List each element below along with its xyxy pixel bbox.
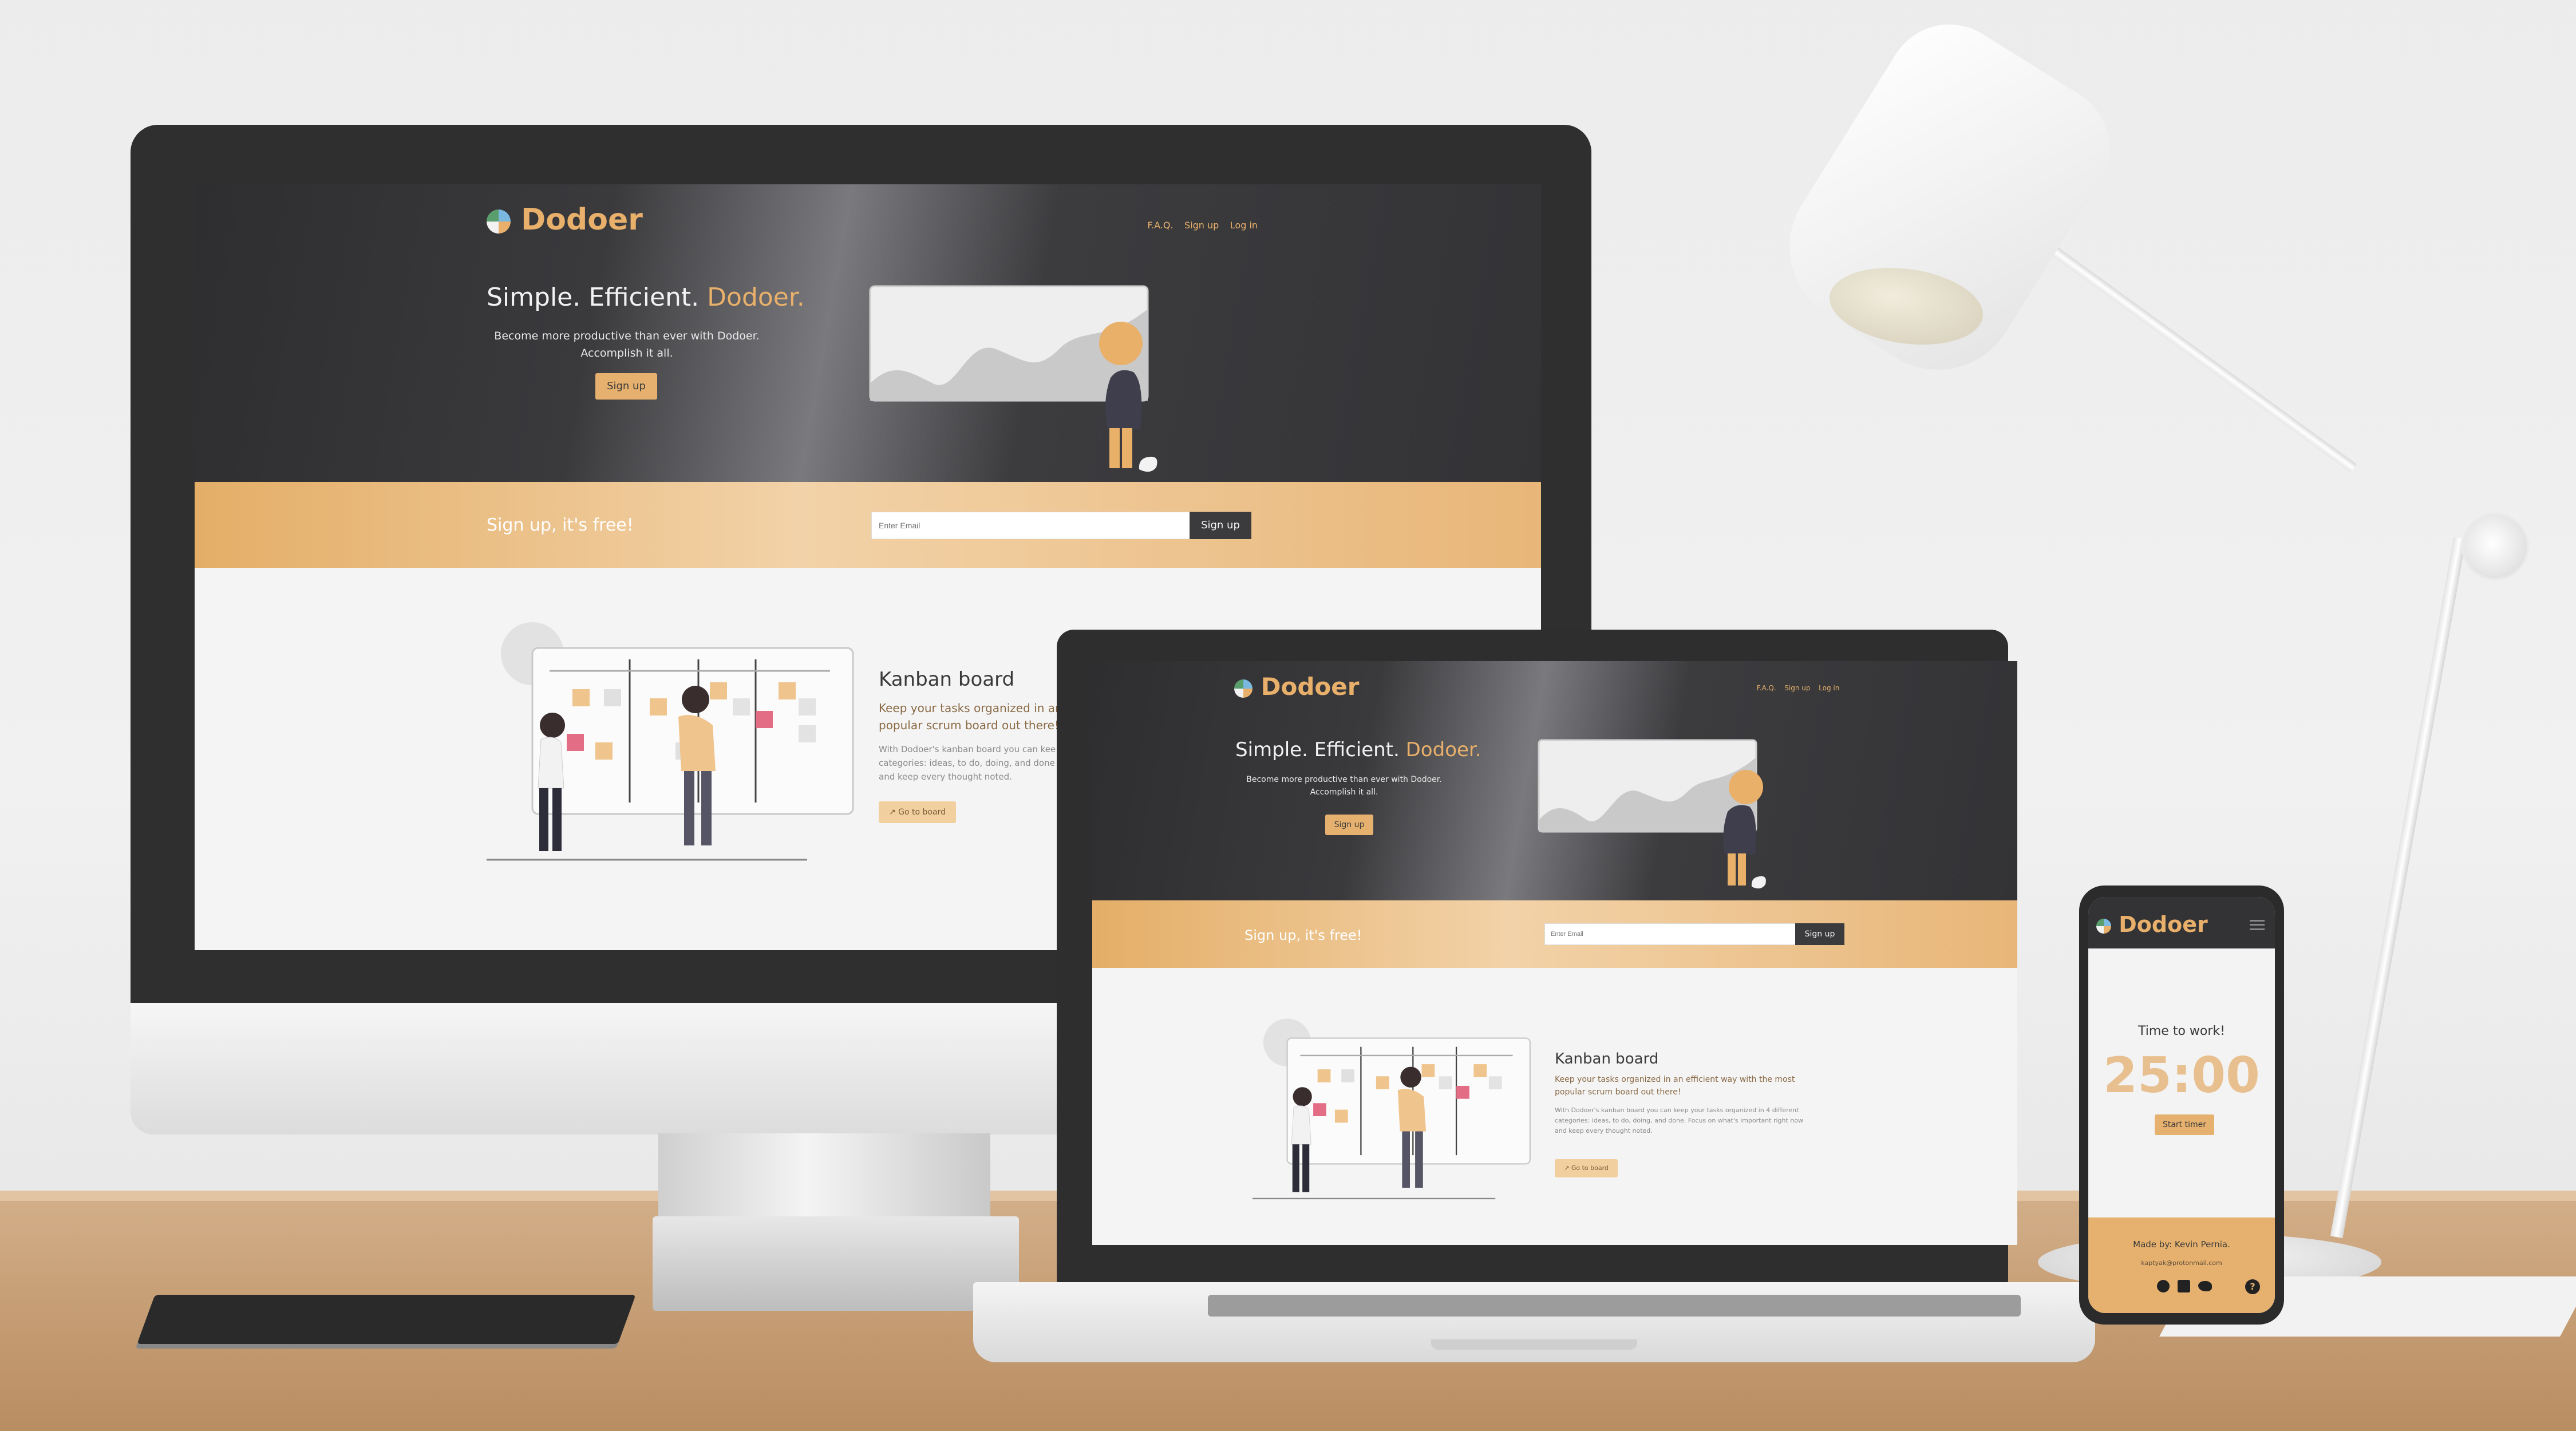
monitor-stand-neck [658,1133,990,1219]
laptop-nav-signup[interactable]: Sign up [1784,684,1810,692]
footer-made-by: Made by: Kevin Pernia. [2133,1239,2230,1250]
phone-screen: Dodoer Time to work! 25:00 Start timer M… [2088,897,2275,1313]
help-icon[interactable]: ? [2245,1279,2260,1294]
dodo-logo-icon [487,209,511,234]
laptop-nav-faq[interactable]: F.A.Q. [1757,684,1776,692]
laptop-top-nav: F.A.Q. Sign up Log in [1751,684,1840,692]
laptop-hero-signup-button[interactable]: Sign up [1325,815,1373,835]
laptop-kanban-lead: Keep your tasks organized in an efficien… [1555,1075,1795,1097]
laptop-screen: Dodoer F.A.Q. Sign up Log in Simple. Eff… [1092,661,2017,1245]
notebook [137,1295,636,1344]
laptop-hero-subtitle: Become more productive than ever with Do… [1246,775,1442,797]
hero-signup-button[interactable]: Sign up [595,373,657,400]
hamburger-middle-bar [2250,924,2265,926]
laptop-trackpad-notch [1431,1339,1637,1350]
go-to-board-button[interactable]: ↗ Go to board [879,801,956,823]
laptop-site-logo[interactable]: Dodoer [1234,673,1359,701]
twitter-icon[interactable] [2198,1281,2212,1291]
nav-login[interactable]: Log in [1230,220,1258,231]
laptop-kanban-body: With Dodoer's kanban board you can keep … [1555,1106,1803,1134]
nav-signup[interactable]: Sign up [1184,220,1219,231]
lamp-arm [2017,222,2357,473]
timer-value: 25:00 [2103,1047,2260,1104]
laptop-kanban-illustration [1253,1018,1531,1200]
footer-email[interactable]: kaptyak@protonmail.com [2088,1259,2275,1267]
phone-site-logo[interactable]: Dodoer [2096,912,2208,937]
kanban-title: Kanban board [879,668,1015,691]
laptop-nav-login[interactable]: Log in [1819,684,1839,692]
lamp-stem [2330,537,2466,1239]
email-input[interactable] [871,512,1192,539]
timer-heading: Time to work! [2138,1024,2225,1038]
social-links [2157,1279,2226,1295]
nav-faq[interactable]: F.A.Q. [1147,220,1173,231]
laptop-hero-chart-illustration [1538,739,1766,889]
band-signup-button[interactable]: Sign up [1190,512,1251,539]
lamp-joint [2462,513,2529,580]
site-logo[interactable]: Dodoer [487,203,643,237]
github-icon[interactable] [2157,1280,2170,1292]
laptop-kanban-title: Kanban board [1555,1050,1659,1068]
laptop-signup-band-title: Sign up, it's free! [1244,927,1362,943]
signup-band-title: Sign up, it's free! [487,515,634,535]
laptop-band-signup-button[interactable]: Sign up [1795,923,1844,945]
monitor-stand-foot [653,1216,1019,1311]
start-timer-button[interactable]: Start timer [2155,1114,2214,1135]
hero-title: Simple. Efficient. Dodoer. [487,283,805,312]
laptop-dodo-logo-icon [1234,679,1253,698]
laptop-base [973,1282,2095,1362]
signup-band [195,482,1541,568]
phone-dodo-logo-icon [2096,918,2111,934]
top-nav: F.A.Q. Sign up Log in [1139,220,1258,231]
laptop-keyboard-strip [1208,1295,2021,1317]
laptop-email-input[interactable] [1544,923,1796,945]
hero-subtitle: Become more productive than ever with Do… [494,330,760,359]
kanban-illustration [487,622,854,861]
laptop-hero-title: Simple. Efficient. Dodoer. [1235,738,1481,761]
laptop-go-to-board-button[interactable]: ↗ Go to board [1555,1159,1618,1177]
hero-section [195,184,1541,482]
hamburger-icon[interactable] [2250,920,2265,930]
linkedin-icon[interactable] [2178,1280,2190,1292]
hero-chart-illustration [869,285,1157,472]
